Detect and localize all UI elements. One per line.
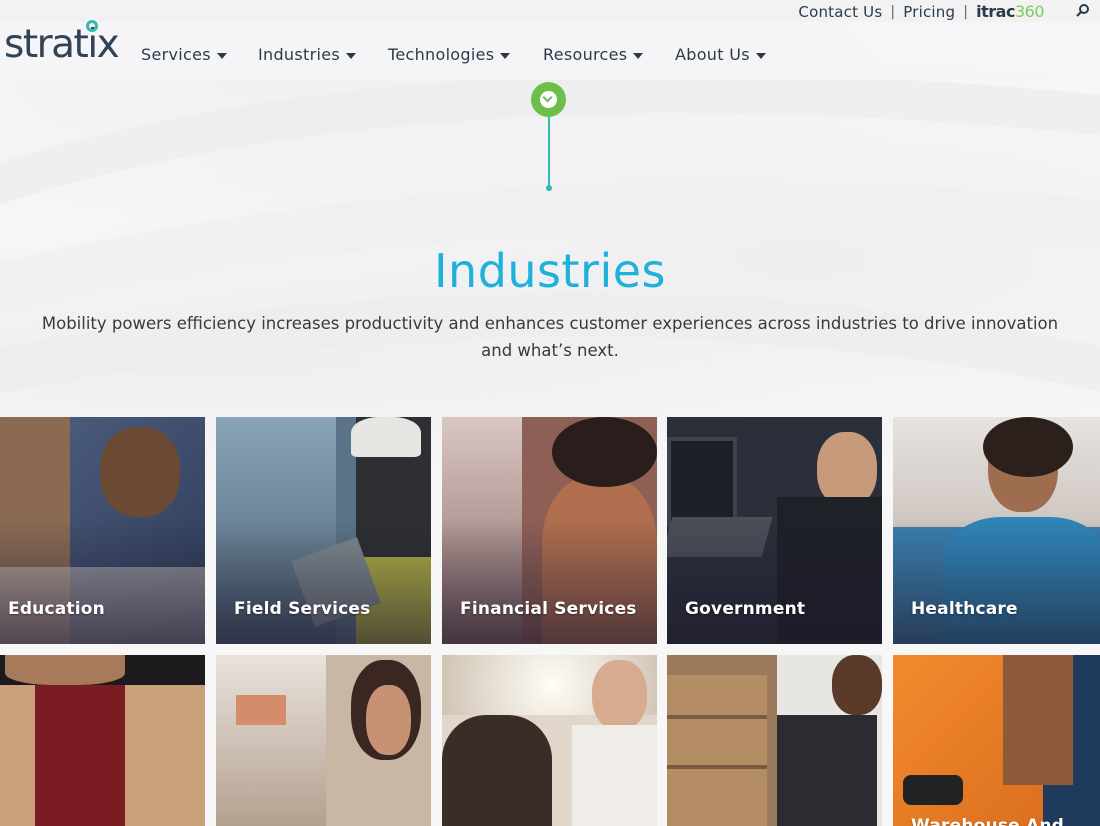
tile-label: Education [8,599,105,619]
tile-government[interactable]: Government [667,417,882,644]
nav-label: Services [141,45,211,64]
page-title: Industries [433,244,667,298]
tile-label: Warehouse And [911,816,1065,826]
tile-field-services[interactable]: Field Services [216,417,431,644]
chevron-down-icon [540,91,557,108]
main-nav: stratix Services Industries Technologies… [0,20,1100,80]
nav-menu: Services Industries Technologies Resourc… [141,45,785,64]
scroll-down-button[interactable] [531,82,566,117]
tile-education[interactable]: Education [0,417,205,644]
tile-small-business[interactable] [216,655,431,826]
separator: | [890,3,896,20]
tile-healthcare[interactable]: Healthcare [893,417,1100,644]
pricing-link[interactable]: Pricing [903,3,955,21]
caret-down-icon [345,53,356,59]
tile-retail[interactable] [0,655,205,826]
nav-item-about-us[interactable]: About Us [675,45,785,64]
nav-item-services[interactable]: Services [141,45,258,64]
search-icon[interactable] [1076,3,1090,17]
caret-down-icon [633,53,644,59]
nav-item-industries[interactable]: Industries [258,45,388,64]
contact-us-link[interactable]: Contact Us [798,3,882,21]
separator: | [963,3,969,20]
page-subtitle: Mobility powers efficiency increases pro… [41,314,1059,360]
logo-dot-icon [86,20,98,32]
caret-down-icon [500,53,511,59]
scroll-line [548,117,550,187]
scroll-line-end [546,185,552,191]
tile-label: Financial Services [460,599,637,619]
tile-financial-services[interactable]: Financial Services [442,417,657,644]
tile-logistics[interactable] [667,655,882,826]
tile-hospitality[interactable] [442,655,657,826]
itrac360-link[interactable]: itrac360 [976,2,1044,21]
tile-warehouse[interactable]: Warehouse And [893,655,1100,826]
utility-bar: Contact Us | Pricing | itrac360 [0,0,1100,22]
nav-item-technologies[interactable]: Technologies [388,45,543,64]
tile-label: Field Services [234,599,371,619]
nav-label: Technologies [388,45,495,64]
tile-label: Healthcare [911,599,1018,619]
nav-item-resources[interactable]: Resources [543,45,675,64]
caret-down-icon [755,53,766,59]
itrac-logo-text: itrac [976,2,1015,21]
itrac-logo-number: 360 [1014,2,1045,21]
nav-label: Resources [543,45,628,64]
tile-label: Government [685,599,806,619]
nav-label: About Us [675,45,750,64]
nav-label: Industries [258,45,340,64]
stratix-logo[interactable]: stratix [4,22,120,67]
utility-links: Contact Us | Pricing | itrac360 [798,2,1044,21]
caret-down-icon [216,53,227,59]
